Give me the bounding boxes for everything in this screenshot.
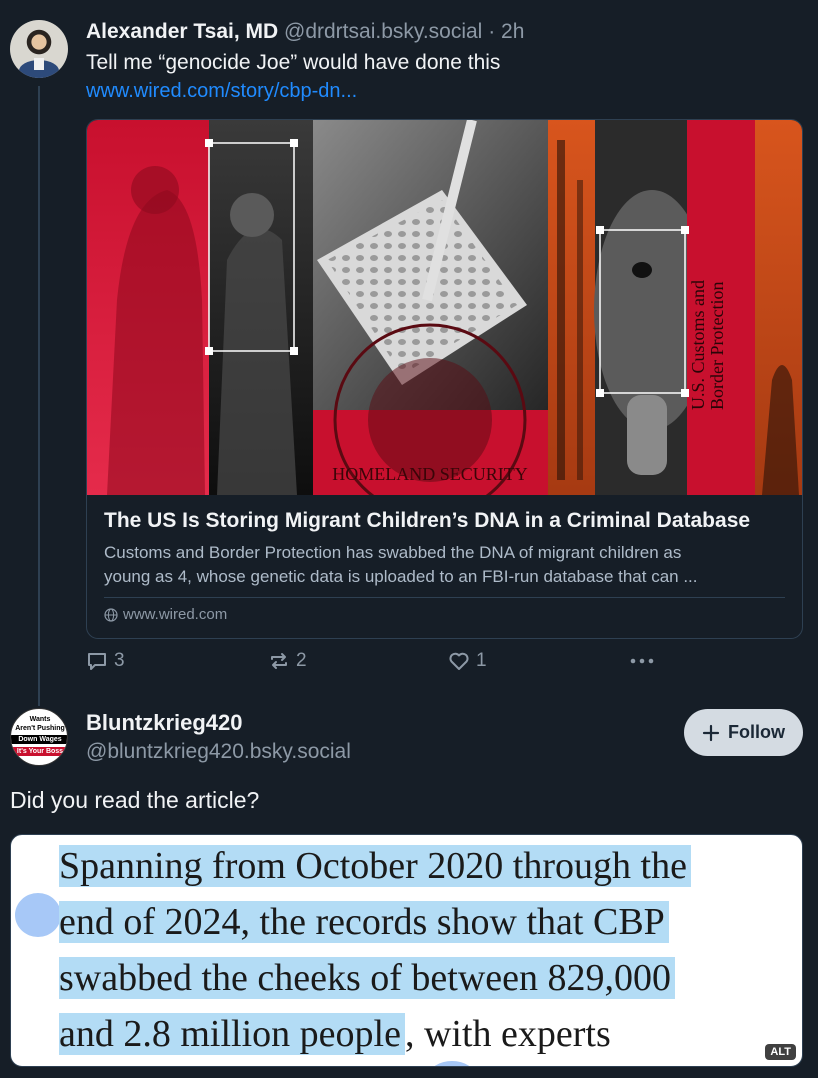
like-count: 1 (476, 650, 487, 671)
card-description-line: young as 4, whose genetic data is upload… (104, 567, 698, 586)
seal-text: HOMELAND SECURITY (332, 464, 528, 484)
repost-icon (271, 653, 287, 669)
card-description: Customs and Border Protection has swabbe… (104, 541, 789, 589)
post-text: Tell me “genocide Joe” would have done t… (86, 51, 501, 74)
avatar-text: It's Your Boss (11, 747, 67, 756)
post-header: Alexander Tsai, MD @drdrtsai.bsky.social… (86, 20, 524, 44)
avatar-text: Down Wages (11, 735, 67, 744)
highlighted-text: swabbed the cheeks of between 829,000 (59, 957, 676, 999)
separator: · (488, 20, 496, 43)
repost-count: 2 (296, 650, 307, 671)
author-name[interactable]: Bluntzkrieg420 (86, 710, 243, 736)
image-text-line: end of 2024, the records show that CBP (59, 894, 669, 950)
more-icon (630, 658, 654, 664)
image-text-line: swabbed the cheeks of between 829,000 (59, 950, 676, 1006)
unhighlighted-text: , with experts (404, 1013, 611, 1055)
card-image: HOMELAND SECURITY U.S. Customs and Borde… (87, 120, 802, 495)
banner-text-2: Border Protection (707, 282, 727, 410)
alt-badge[interactable]: ALT (765, 1044, 796, 1060)
thread-line (38, 86, 40, 706)
card-domain-text: www.wired.com (123, 606, 228, 623)
follow-button[interactable]: Follow (684, 709, 803, 756)
highlighted-text: Spanning from October 2020 through the (59, 845, 691, 887)
heart-icon (449, 652, 469, 670)
image-text-line: Spanning from October 2020 through the (59, 838, 691, 894)
card-domain: www.wired.com (104, 606, 227, 623)
author-name[interactable]: Alexander Tsai, MD (86, 20, 278, 43)
post-image[interactable]: Spanning from October 2020 through the e… (10, 834, 803, 1067)
card-divider (104, 597, 785, 598)
highlighted-text: and 2.8 million people (59, 1013, 405, 1055)
post-link[interactable]: www.wired.com/story/cbp-dn... (86, 80, 357, 103)
avatar[interactable] (10, 20, 68, 78)
image-text-line: and 2.8 million people, with experts (59, 1006, 611, 1062)
post-actions: 3 2 1 (86, 650, 666, 680)
post-time[interactable]: 2h (501, 20, 524, 43)
avatar-text: Wants (29, 716, 51, 723)
card-description-line: Customs and Border Protection has swabbe… (104, 543, 682, 562)
reply-icon (88, 653, 106, 670)
author-handle[interactable]: @bluntzkrieg420.bsky.social (86, 740, 351, 764)
avatar-collar (34, 58, 44, 70)
reply-button[interactable]: 3 (86, 650, 125, 672)
follow-label: Follow (728, 722, 785, 742)
avatar[interactable]: Wants Aren't Pushing Down Wages It's You… (10, 708, 68, 766)
link-card[interactable]: HOMELAND SECURITY U.S. Customs and Borde… (86, 119, 803, 639)
avatar-text: Aren't Pushing (15, 725, 65, 732)
card-title: The US Is Storing Migrant Children’s DNA… (104, 509, 751, 532)
author-handle[interactable]: @drdrtsai.bsky.social (284, 20, 482, 43)
card-collage: HOMELAND SECURITY U.S. Customs and Borde… (87, 120, 802, 495)
reply-count: 3 (114, 650, 125, 671)
like-button[interactable]: 1 (448, 650, 487, 672)
banner-text-1: U.S. Customs and (688, 280, 708, 410)
selection-handle (15, 893, 61, 937)
more-button[interactable] (628, 650, 656, 672)
highlighted-text: end of 2024, the records show that CBP (59, 901, 669, 943)
plus-icon (702, 724, 720, 741)
post-text: Did you read the article? (10, 787, 260, 813)
globe-icon (104, 607, 118, 622)
repost-button[interactable]: 2 (268, 650, 307, 672)
